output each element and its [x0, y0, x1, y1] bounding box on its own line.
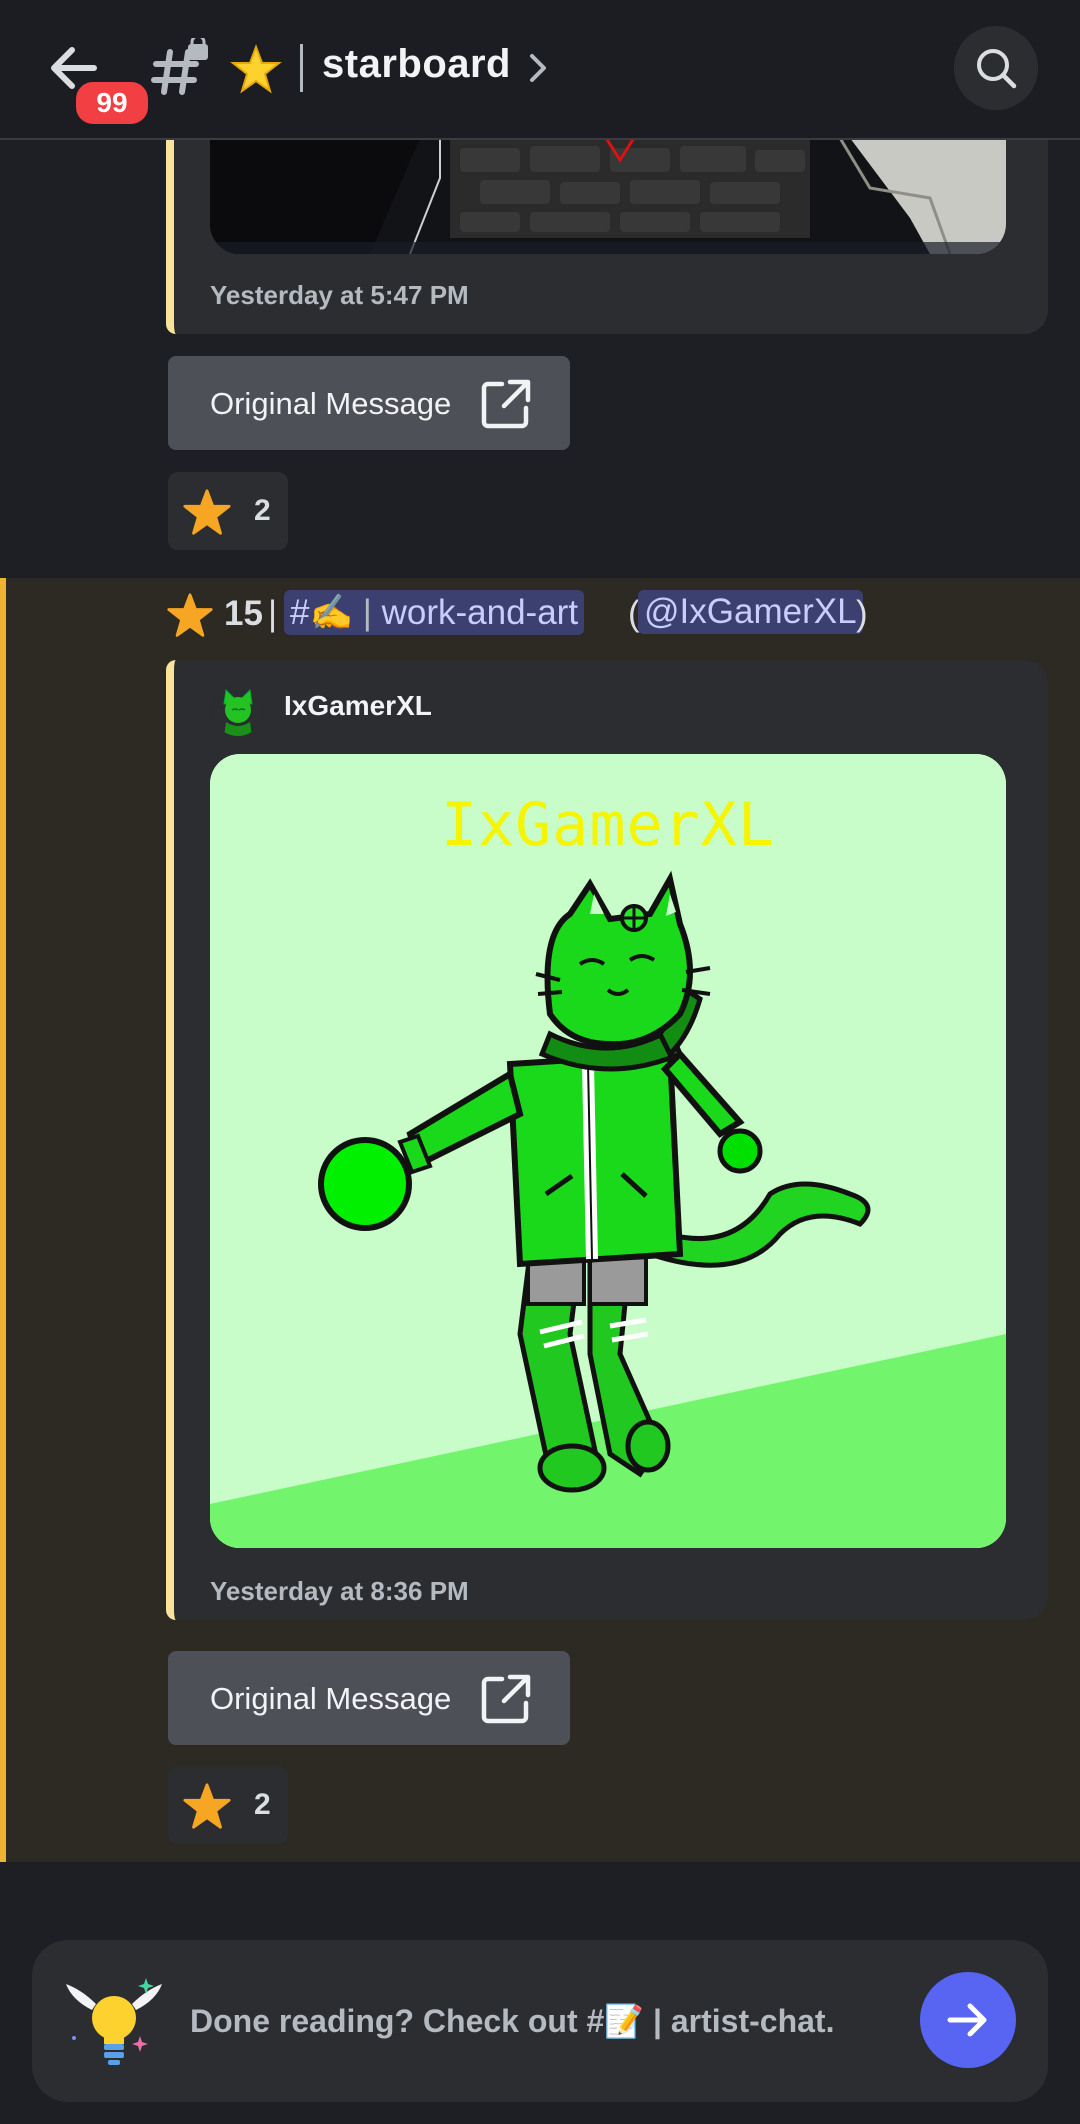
original-message-button[interactable]: Original Message — [168, 1651, 570, 1745]
separator: | — [268, 594, 278, 633]
original-message-label: Original Message — [210, 386, 452, 421]
external-link-icon — [481, 379, 531, 429]
search-button[interactable] — [954, 26, 1038, 110]
channel-title[interactable]: starboard — [322, 42, 511, 87]
message-timestamp: Yesterday at 8:36 PM — [210, 1576, 469, 1606]
done-reading-text: Done reading? Check out #📝 | artist-chat… — [190, 2003, 835, 2039]
cat-artwork-image — [210, 754, 1006, 1548]
close-paren: ) — [856, 594, 868, 633]
highlight-bar — [0, 578, 6, 1862]
external-link-icon — [481, 1674, 531, 1724]
embed-image[interactable]: IxGamerXL — [210, 754, 1006, 1548]
lightbulb-wings-icon — [66, 1978, 162, 2065]
star-icon — [183, 489, 231, 535]
artwork-caption: IxGamerXL — [440, 790, 776, 860]
locked-channel-icon — [151, 38, 208, 95]
embed-image[interactable] — [210, 138, 1006, 254]
dungeon-image — [210, 138, 1006, 254]
go-to-channel-button[interactable] — [920, 1972, 1016, 2068]
cat-avatar-image — [212, 684, 264, 736]
star-icon — [183, 1783, 231, 1829]
star-count: 15 — [224, 594, 263, 633]
message-timestamp: Yesterday at 5:47 PM — [210, 280, 469, 310]
channel-header: 99 starboard — [0, 0, 1080, 140]
star-icon — [167, 593, 213, 637]
star-reaction[interactable]: 2 — [168, 1766, 288, 1844]
channel-mention[interactable]: #✍️ | work-and-art — [284, 590, 585, 635]
author-avatar[interactable] — [212, 684, 264, 736]
original-message-label: Original Message — [210, 1681, 452, 1716]
author-name[interactable]: IxGamerXL — [284, 690, 432, 722]
channel-name: work-and-art — [381, 593, 579, 632]
channel-prefix: #✍️ — [290, 593, 354, 632]
reaction-count: 2 — [254, 494, 271, 527]
unread-badge: 99 — [72, 78, 152, 128]
star-emoji-icon — [230, 44, 282, 94]
title-divider — [300, 44, 303, 92]
reaction-count: 2 — [254, 1788, 271, 1821]
original-message-button[interactable]: Original Message — [168, 356, 570, 450]
user-mention[interactable]: @IxGamerXL — [638, 590, 863, 634]
star-reaction[interactable]: 2 — [168, 472, 288, 550]
search-icon — [977, 49, 1017, 89]
chevron-right-icon[interactable] — [526, 50, 550, 86]
arrow-right-icon — [947, 2003, 987, 2037]
done-reading-banner[interactable]: Done reading? Check out #📝 | artist-chat… — [32, 1940, 1048, 2102]
